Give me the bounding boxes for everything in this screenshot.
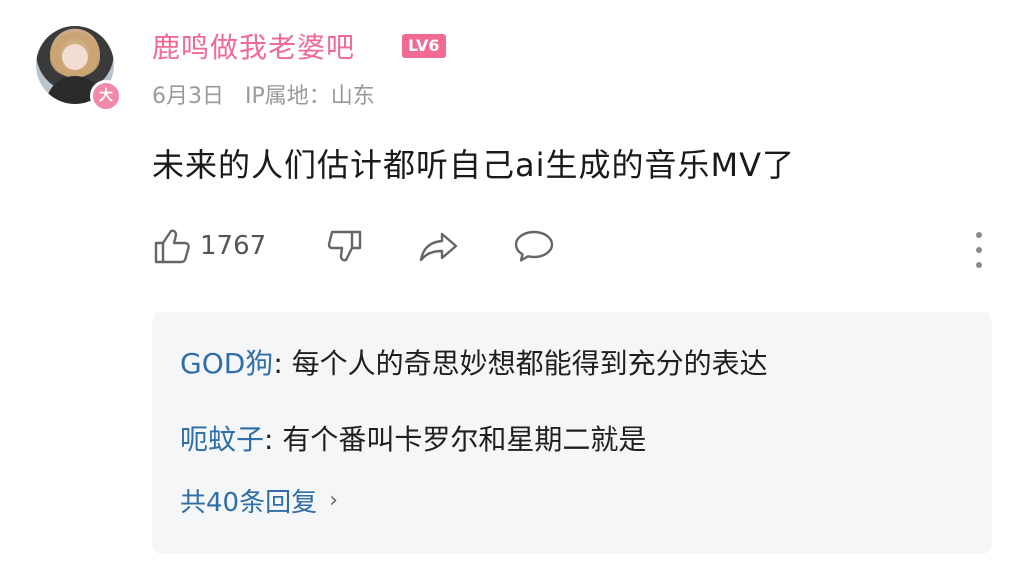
reply-text: 每个人的奇思妙想都能得到充分的表达 (291, 347, 768, 380)
username[interactable]: 鹿鸣做我老婆吧 (152, 26, 355, 66)
reply-item[interactable]: GOD狗: 每个人的奇思妙想都能得到充分的表达 (180, 342, 768, 382)
more-vertical-icon[interactable] (974, 232, 984, 268)
like-button[interactable]: 1767 (152, 226, 266, 266)
reply-author[interactable]: GOD狗 (180, 347, 273, 380)
more-replies-label: 共40条回复 (180, 488, 318, 518)
comment-icon (512, 226, 556, 266)
view-all-replies-link[interactable]: 共40条回复 › (180, 482, 338, 519)
avatar-face (62, 44, 88, 70)
reply-separator: : (273, 347, 292, 380)
dislike-button[interactable] (326, 226, 366, 266)
reply-preview-box[interactable]: GOD狗: 每个人的奇思妙想都能得到充分的表达 呃蚊子: 有个番叫卡罗尔和星期二… (152, 312, 992, 554)
more-dot (976, 232, 982, 238)
more-dot (976, 262, 982, 268)
reply-separator: : (264, 423, 283, 456)
post-meta: 6月3日 IP属地：山东 (152, 78, 389, 110)
vip-badge: 大 (90, 80, 122, 112)
thumbs-down-icon (326, 226, 366, 266)
share-button[interactable] (418, 226, 460, 266)
chevron-right-icon: › (329, 488, 338, 513)
like-count: 1767 (200, 231, 267, 261)
reply-item[interactable]: 呃蚊子: 有个番叫卡罗尔和星期二就是 (180, 418, 646, 458)
post-content: 未来的人们估计都听自己ai生成的音乐MV了 (152, 146, 796, 184)
post-actions: 1767 (152, 226, 992, 274)
share-icon (418, 226, 460, 266)
reply-text: 有个番叫卡罗尔和星期二就是 (282, 423, 647, 456)
reply-author[interactable]: 呃蚊子 (180, 423, 264, 456)
ip-location: IP属地：山东 (245, 84, 375, 109)
level-badge: LV6 (402, 34, 446, 58)
more-dot (976, 247, 982, 253)
thumbs-up-icon (152, 226, 192, 266)
comment-button[interactable] (512, 226, 556, 266)
post-date: 6月3日 (152, 84, 224, 109)
